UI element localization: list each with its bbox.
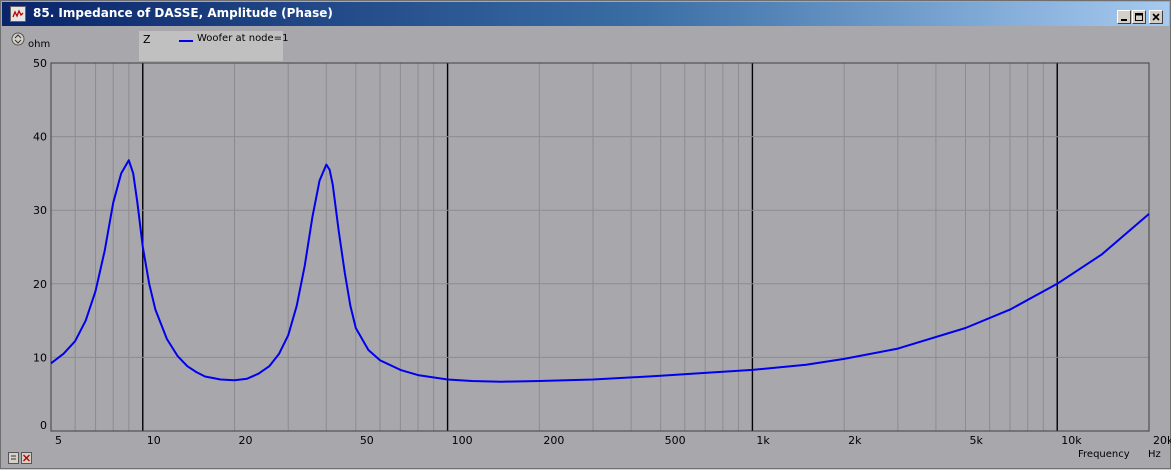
page-icon[interactable] bbox=[8, 452, 19, 464]
grid bbox=[50, 62, 1150, 432]
x-tick-label: 5k bbox=[969, 434, 983, 447]
y-tick-label: 0 bbox=[40, 419, 47, 432]
x-tick-label: 200 bbox=[543, 434, 564, 447]
y-tick-label: 40 bbox=[33, 131, 47, 144]
plot-background bbox=[51, 63, 1149, 431]
x-tick-label: 500 bbox=[665, 434, 686, 447]
x-tick-label: 50 bbox=[360, 434, 374, 447]
corner-tools[interactable] bbox=[8, 451, 34, 465]
y-tick-label: 20 bbox=[33, 278, 47, 291]
x-axis-title: Frequency bbox=[1078, 449, 1130, 460]
x-tick-label: 20k bbox=[1153, 434, 1171, 447]
legend-group-label: Z bbox=[143, 33, 151, 46]
x-tick-label: 1k bbox=[756, 434, 770, 447]
y-tick-label: 50 bbox=[33, 57, 47, 70]
x-tick-labels: 5 10 20 50 100 200 500 1k 2k 5k 10k 20k bbox=[55, 434, 1171, 447]
x-tick-label: 10 bbox=[147, 434, 161, 447]
legend[interactable]: Z Woofer at node=1 bbox=[139, 31, 288, 61]
legend-entry-label: Woofer at node=1 bbox=[197, 33, 289, 44]
y-tick-label: 30 bbox=[33, 204, 47, 217]
x-tick-label: 20 bbox=[239, 434, 253, 447]
impedance-chart: 0 10 20 30 40 50 5 10 20 50 100 200 500 1k 2k 5k 10k 20k bbox=[33, 57, 1171, 447]
x-tick-label: 10k bbox=[1061, 434, 1082, 447]
x-tick-label: 100 bbox=[452, 434, 473, 447]
x-tick-label: 2k bbox=[848, 434, 862, 447]
chart-window: 85. Impedance of DASSE, Amplitude (Phase… bbox=[0, 0, 1171, 469]
y-tick-labels: 0 10 20 30 40 50 bbox=[33, 57, 47, 432]
legend-swatch bbox=[179, 40, 193, 42]
x-tick-label: 5 bbox=[55, 434, 62, 447]
x-axis-unit: Hz bbox=[1148, 449, 1161, 460]
y-tick-label: 10 bbox=[33, 351, 47, 364]
